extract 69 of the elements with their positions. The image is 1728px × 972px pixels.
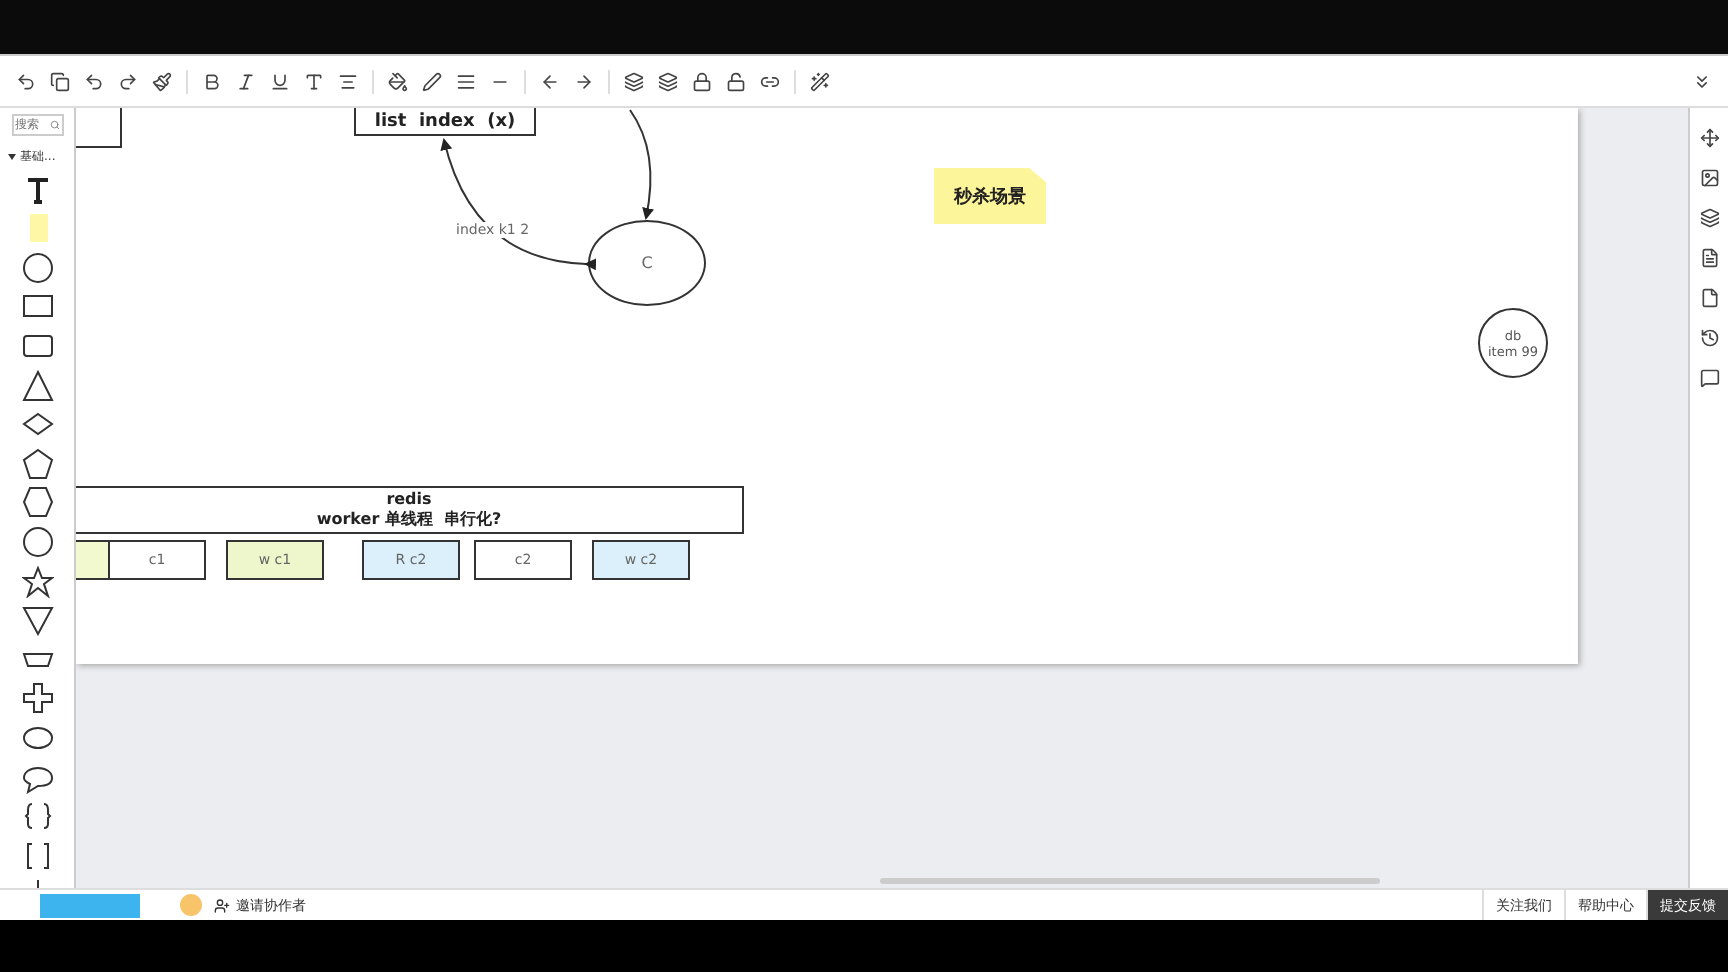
bring-front-icon: [624, 71, 644, 91]
document-button[interactable]: [1699, 244, 1719, 272]
pen-icon: [422, 71, 442, 91]
comment-icon: [1699, 368, 1719, 388]
magic-wand-button[interactable]: [810, 67, 830, 95]
lock-button[interactable]: [692, 67, 712, 95]
move-button[interactable]: [1699, 124, 1719, 152]
pen-button[interactable]: [422, 67, 442, 95]
diamond-shape-icon[interactable]: [21, 408, 53, 441]
sticky-note: 秒杀场景: [934, 168, 1046, 224]
chevrons-down-icon: [1692, 71, 1712, 91]
star-shape-icon[interactable]: [21, 565, 53, 598]
search-icon: [49, 120, 59, 130]
layers-button[interactable]: [1699, 204, 1719, 232]
redis-box: redis worker 单线程 串行化?: [76, 486, 744, 534]
roundrect-shape-icon[interactable]: [21, 329, 53, 362]
align-icon: [338, 71, 358, 91]
circle-shape-icon[interactable]: [21, 251, 53, 284]
move-icon: [1699, 128, 1719, 148]
image-button[interactable]: [1699, 164, 1719, 192]
format-painter-icon: [152, 71, 172, 91]
avatar: [180, 894, 202, 916]
fill-icon: [388, 71, 408, 91]
undo-icon: [16, 71, 36, 91]
image-icon: [1699, 168, 1719, 188]
bubble-shape-icon[interactable]: [21, 761, 53, 793]
copy-icon: [50, 71, 70, 91]
link-icon: [760, 71, 780, 91]
fill-button[interactable]: [388, 67, 408, 95]
brace-shape-icon[interactable]: [21, 800, 53, 833]
arrow-start-icon: [540, 71, 560, 91]
copy-button[interactable]: [50, 67, 70, 95]
comment-button[interactable]: [1699, 364, 1719, 392]
page-button[interactable]: [1699, 284, 1719, 312]
bold-icon: [202, 71, 222, 91]
list-box: list index (x): [354, 108, 536, 136]
pentagon-shape-icon[interactable]: [21, 447, 53, 480]
arrow-end-icon: [574, 71, 594, 91]
magic-wand-icon: [810, 71, 830, 91]
triangle-shape-icon[interactable]: [21, 369, 53, 402]
send-back-button[interactable]: [658, 67, 678, 95]
cross-shape-icon[interactable]: [21, 682, 53, 715]
bring-front-button[interactable]: [624, 67, 644, 95]
layers-icon: [1699, 208, 1719, 228]
lock-icon: [692, 71, 712, 91]
ellipse-node: C: [588, 220, 706, 306]
rect-shape-icon[interactable]: [21, 290, 53, 323]
user-plus-icon: [214, 897, 230, 913]
document-icon: [1699, 248, 1719, 268]
font-color-icon: [304, 71, 324, 91]
history-button[interactable]: [1699, 324, 1719, 352]
bracket-shape-icon[interactable]: [21, 839, 53, 872]
underline-icon: [270, 71, 290, 91]
unlock-button[interactable]: [726, 67, 746, 95]
history-icon: [1699, 328, 1719, 348]
hexagon-shape-icon[interactable]: [21, 486, 53, 519]
page-icon: [1699, 288, 1719, 308]
format-painter-button[interactable]: [152, 67, 172, 95]
caret-icon: [8, 152, 16, 160]
redo-icon: [118, 71, 138, 91]
italic-icon: [236, 71, 256, 91]
connector-arrow: [629, 109, 654, 220]
send-back-icon: [658, 71, 678, 91]
unlock-icon: [726, 71, 746, 91]
scrollbar[interactable]: [880, 878, 1380, 884]
rectangle-shape: [76, 108, 122, 148]
downtri-shape-icon[interactable]: [21, 604, 53, 637]
line-width-icon: [456, 71, 476, 91]
undo-icon: [84, 71, 104, 91]
